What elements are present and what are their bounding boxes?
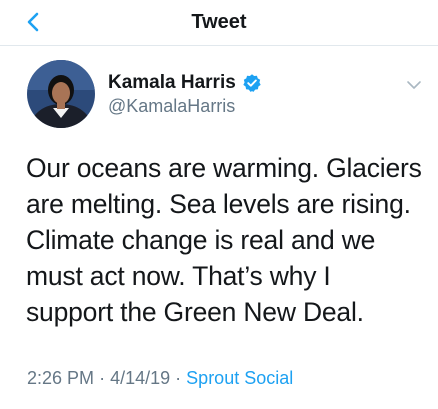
verified-badge-icon — [243, 74, 261, 92]
avatar[interactable] — [27, 60, 95, 128]
author-handle[interactable]: @KamalaHarris — [108, 96, 235, 117]
meta-separator: · — [99, 368, 106, 388]
author-name[interactable]: Kamala Harris — [108, 72, 236, 94]
author-name-row: Kamala Harris — [108, 72, 262, 94]
meta-separator: · — [175, 368, 182, 388]
tweet-date: 4/14/19 — [110, 368, 171, 388]
page-title: Tweet — [191, 11, 247, 33]
tweet-source-link[interactable]: Sprout Social — [186, 368, 293, 388]
tweet-time: 2:26 PM — [27, 368, 95, 388]
tweet-meta: 2:26 PM · 4/14/19 · Sprout Social — [27, 368, 293, 389]
tweet-text: Our oceans are warming. Glaciers are mel… — [26, 153, 422, 327]
chevron-down-icon[interactable] — [406, 80, 422, 90]
top-bar: Tweet — [0, 0, 438, 46]
